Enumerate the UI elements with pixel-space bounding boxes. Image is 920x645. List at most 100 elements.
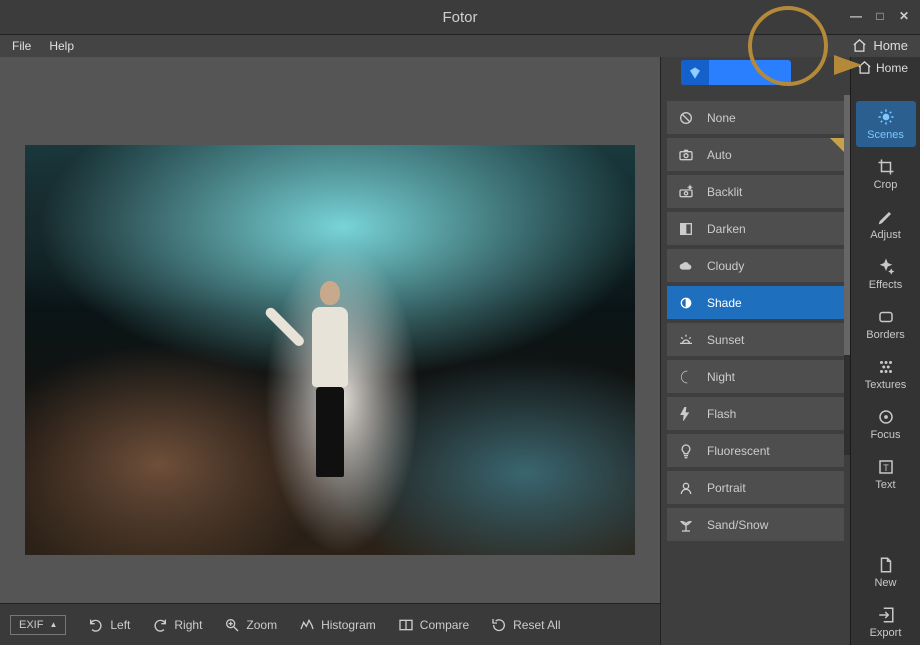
tool-adjust[interactable]: Adjust bbox=[856, 201, 916, 247]
crop-icon bbox=[877, 158, 895, 176]
sunset-icon bbox=[677, 331, 695, 349]
scene-item-shade[interactable]: Shade bbox=[667, 286, 844, 319]
scene-item-label: Sunset bbox=[707, 333, 744, 347]
scene-item-label: Flash bbox=[707, 407, 736, 421]
rotate-right-button[interactable]: Right bbox=[152, 617, 202, 633]
scene-item-label: Backlit bbox=[707, 185, 742, 199]
tool-effects-label: Effects bbox=[869, 279, 902, 291]
scene-item-auto[interactable]: Auto bbox=[667, 138, 844, 171]
histogram-button[interactable]: Histogram bbox=[299, 617, 376, 633]
diamond-icon bbox=[681, 60, 709, 85]
tool-textures-label: Textures bbox=[865, 379, 907, 391]
compare-button[interactable]: Compare bbox=[398, 617, 469, 633]
darken-icon bbox=[677, 220, 695, 238]
scene-item-darken[interactable]: Darken bbox=[667, 212, 844, 245]
tool-new-label: New bbox=[874, 577, 896, 589]
tool-focus[interactable]: Focus bbox=[856, 401, 916, 447]
reset-all-button[interactable]: Reset All bbox=[491, 617, 560, 633]
scene-item-flash[interactable]: Flash bbox=[667, 397, 844, 430]
tool-rail: Scenes Crop Adjust Effects Borders Textu… bbox=[850, 57, 920, 645]
bulb-icon bbox=[677, 442, 695, 460]
scene-item-label: Darken bbox=[707, 222, 746, 236]
scroll-thumb[interactable] bbox=[844, 95, 850, 355]
rotate-left-icon bbox=[88, 617, 104, 633]
tool-text-label: Text bbox=[875, 479, 895, 491]
scene-list: None Auto Backlit Darken Cloudy Shade Su… bbox=[667, 101, 844, 541]
scene-item-sunset[interactable]: Sunset bbox=[667, 323, 844, 356]
tool-new[interactable]: New bbox=[856, 549, 916, 595]
premium-tab[interactable] bbox=[681, 60, 791, 85]
menu-help[interactable]: Help bbox=[49, 39, 74, 53]
scrollbar[interactable] bbox=[844, 95, 850, 455]
zoom-label: Zoom bbox=[246, 618, 277, 632]
tool-textures[interactable]: Textures bbox=[856, 351, 916, 397]
tool-scenes[interactable]: Scenes bbox=[856, 101, 916, 147]
histogram-label: Histogram bbox=[321, 618, 376, 632]
photo-subject bbox=[306, 281, 354, 481]
canvas-area: EXIF ▲ Left Right Zoom Histogram Comp bbox=[0, 57, 660, 645]
tool-scenes-label: Scenes bbox=[867, 129, 904, 141]
maximize-button[interactable]: □ bbox=[872, 8, 888, 24]
zoom-button[interactable]: Zoom bbox=[224, 617, 277, 633]
shade-icon bbox=[677, 294, 695, 312]
scene-item-none[interactable]: None bbox=[667, 101, 844, 134]
home-button[interactable]: Home bbox=[852, 38, 908, 53]
palm-icon bbox=[677, 516, 695, 534]
scene-item-label: Fluorescent bbox=[707, 444, 770, 458]
menu-file[interactable]: File bbox=[12, 39, 31, 53]
rotate-left-button[interactable]: Left bbox=[88, 617, 130, 633]
rotate-right-icon bbox=[152, 617, 168, 633]
home-icon bbox=[857, 60, 872, 75]
tool-effects[interactable]: Effects bbox=[856, 251, 916, 297]
tool-export[interactable]: Export bbox=[856, 599, 916, 645]
scene-item-label: Night bbox=[707, 370, 735, 384]
rotate-left-label: Left bbox=[110, 618, 130, 632]
tool-crop[interactable]: Crop bbox=[856, 151, 916, 197]
portrait-icon bbox=[677, 479, 695, 497]
menu-bar: File Help bbox=[0, 35, 920, 57]
scene-item-label: Auto bbox=[707, 148, 732, 162]
title-bar: Fotor — □ ✕ bbox=[0, 0, 920, 35]
text-icon: T bbox=[877, 458, 895, 476]
tool-borders[interactable]: Borders bbox=[856, 301, 916, 347]
scene-item-sand-snow[interactable]: Sand/Snow bbox=[667, 508, 844, 541]
scenes-panel: None Auto Backlit Darken Cloudy Shade Su… bbox=[660, 57, 850, 645]
pencil-icon bbox=[877, 208, 895, 226]
scene-item-label: Cloudy bbox=[707, 259, 744, 273]
bottom-toolbar: EXIF ▲ Left Right Zoom Histogram Comp bbox=[0, 603, 660, 645]
sparkle-icon bbox=[877, 258, 895, 276]
main-area: EXIF ▲ Left Right Zoom Histogram Comp bbox=[0, 57, 920, 645]
window-controls: — □ ✕ bbox=[848, 8, 912, 24]
scene-item-cloudy[interactable]: Cloudy bbox=[667, 249, 844, 282]
scene-item-label: Portrait bbox=[707, 481, 746, 495]
scene-item-label: Shade bbox=[707, 296, 742, 310]
chevron-up-icon: ▲ bbox=[49, 620, 57, 629]
ban-icon bbox=[677, 109, 695, 127]
sun-icon bbox=[877, 108, 895, 126]
svg-text:T: T bbox=[883, 462, 889, 472]
home-label-secondary: Home bbox=[876, 61, 908, 75]
tool-crop-label: Crop bbox=[874, 179, 898, 191]
tool-text[interactable]: T Text bbox=[856, 451, 916, 497]
border-icon bbox=[877, 308, 895, 326]
tool-focus-label: Focus bbox=[871, 429, 901, 441]
home-button-secondary[interactable]: Home bbox=[857, 60, 908, 75]
histogram-icon bbox=[299, 617, 315, 633]
home-label: Home bbox=[873, 38, 908, 53]
tool-adjust-label: Adjust bbox=[870, 229, 901, 241]
close-button[interactable]: ✕ bbox=[896, 8, 912, 24]
cloud-icon bbox=[677, 257, 695, 275]
scene-item-backlit[interactable]: Backlit bbox=[667, 175, 844, 208]
scene-item-fluorescent[interactable]: Fluorescent bbox=[667, 434, 844, 467]
premium-flag-icon bbox=[830, 138, 844, 152]
texture-icon bbox=[877, 358, 895, 376]
photo-preview[interactable] bbox=[25, 145, 635, 555]
scene-item-night[interactable]: Night bbox=[667, 360, 844, 393]
scene-item-portrait[interactable]: Portrait bbox=[667, 471, 844, 504]
camera-icon bbox=[677, 146, 695, 164]
minimize-button[interactable]: — bbox=[848, 8, 864, 24]
exif-button[interactable]: EXIF ▲ bbox=[10, 615, 66, 635]
tool-export-label: Export bbox=[870, 627, 902, 639]
scene-item-label: None bbox=[707, 111, 736, 125]
rotate-right-label: Right bbox=[174, 618, 202, 632]
